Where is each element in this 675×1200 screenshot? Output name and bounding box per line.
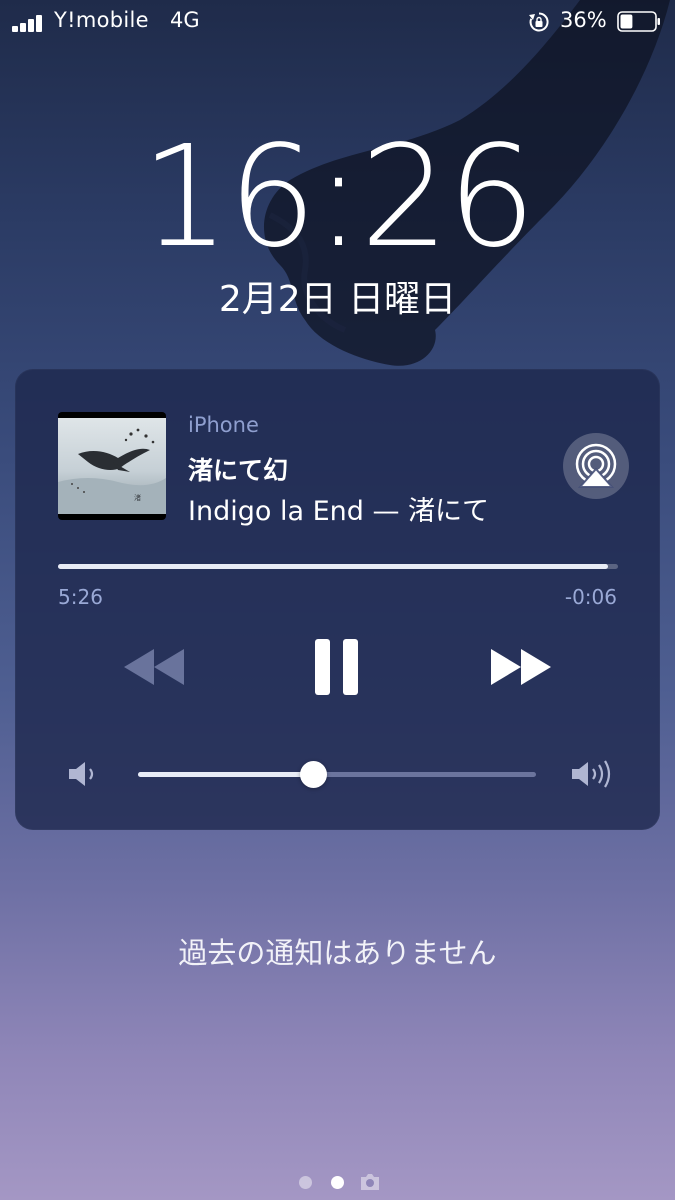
status-bar: Y!mobile 4G 36% — [0, 0, 675, 44]
now-playing-widget[interactable]: 渚 iPhone 渚にて幻 Indigo la End — 渚にて 5:26 -… — [15, 369, 660, 830]
cellular-signal-icon — [12, 14, 46, 32]
rewind-button[interactable] — [122, 637, 188, 697]
playback-progress-fill — [58, 564, 608, 569]
rewind-icon — [124, 649, 184, 685]
remaining-time: -0:06 — [564, 585, 617, 609]
network-type: 4G — [170, 8, 200, 32]
volume-low-icon — [69, 762, 94, 786]
playback-progress-bar[interactable] — [58, 564, 618, 569]
page-indicator — [0, 1172, 675, 1192]
track-artist-album: Indigo la End — 渚にて — [188, 496, 490, 527]
lock-screen-date: 2月2日 日曜日 — [218, 279, 457, 320]
rotation-lock-icon — [529, 12, 549, 32]
camera-icon[interactable] — [359, 1173, 381, 1191]
volume-slider-thumb[interactable] — [300, 761, 328, 788]
svg-text:渚: 渚 — [134, 493, 141, 502]
airplay-icon — [575, 443, 617, 488]
elapsed-time: 5:26 — [58, 585, 103, 609]
fast-forward-icon — [491, 649, 551, 685]
page-dot-2-current[interactable] — [331, 1176, 344, 1189]
no-older-notifications-text: 過去の通知はありません — [178, 936, 497, 970]
track-title: 渚にて幻 — [188, 456, 289, 485]
page-dot-1[interactable] — [299, 1176, 312, 1189]
playback-source: iPhone — [188, 413, 259, 437]
volume-high-icon — [572, 760, 611, 788]
fast-forward-button[interactable] — [487, 637, 553, 697]
volume-slider[interactable] — [138, 761, 536, 788]
battery-percentage: 36% — [560, 8, 607, 32]
pause-icon — [315, 639, 358, 695]
pause-button[interactable] — [313, 637, 361, 697]
lock-screen-time: 16:26 — [140, 116, 536, 279]
airplay-button[interactable] — [563, 433, 629, 499]
album-artwork[interactable]: 渚 — [58, 412, 166, 520]
battery-icon — [617, 11, 660, 32]
volume-slider-fill — [138, 772, 314, 777]
carrier-name: Y!mobile — [54, 8, 149, 32]
